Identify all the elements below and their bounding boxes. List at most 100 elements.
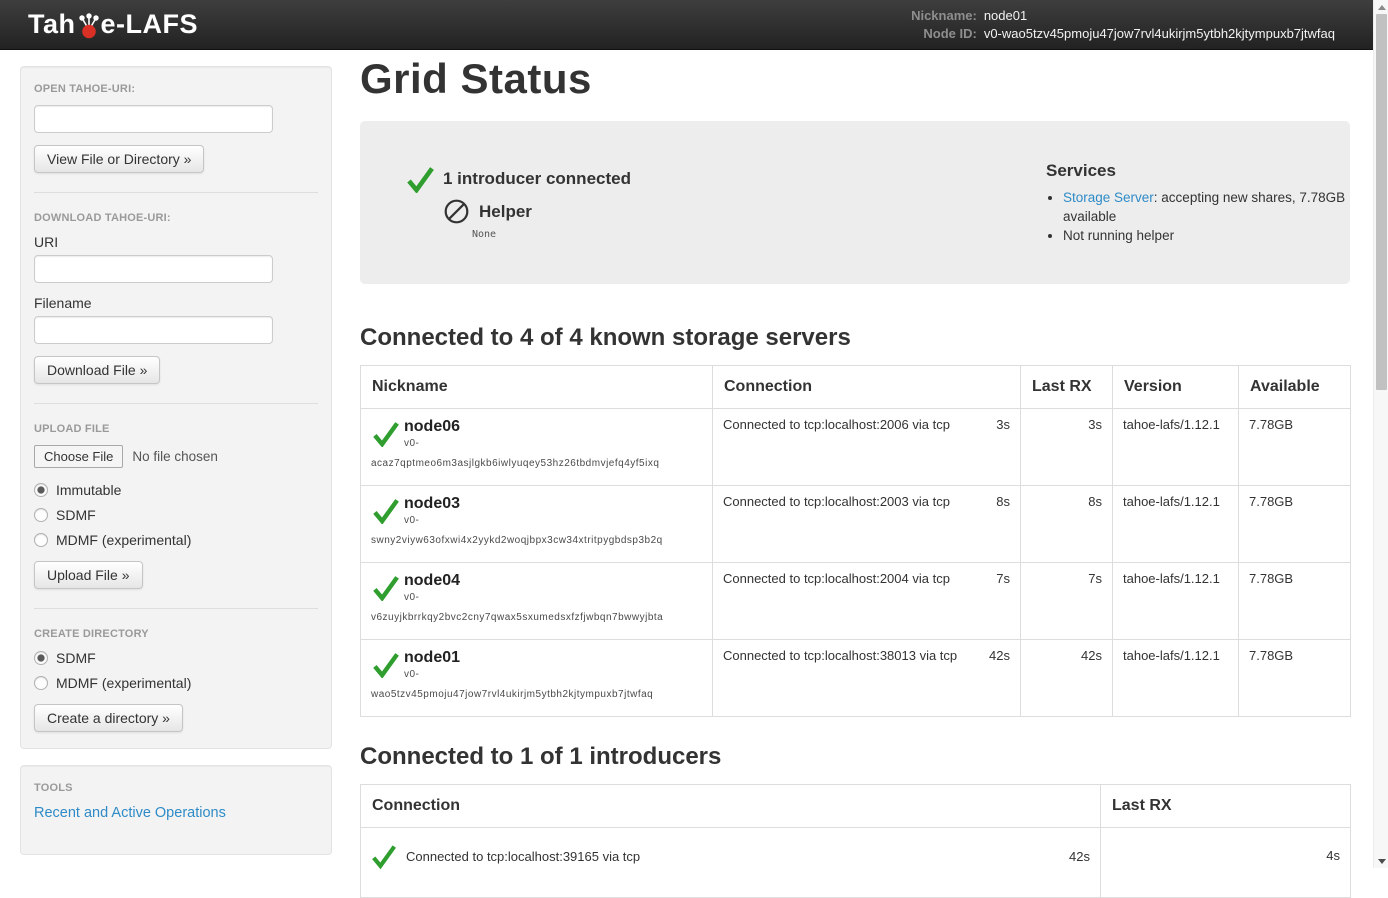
upload-file-section: UPLOAD FILE Choose File No file chosen I… xyxy=(34,423,318,589)
scroll-up-arrow-icon[interactable] xyxy=(1378,5,1386,10)
introducer-status-row: 1 introducer connected xyxy=(406,165,631,193)
connection-text: Connected to tcp:localhost:2006 via tcp xyxy=(723,417,988,432)
sidebar-forms-panel: OPEN TAHOE-URI: View File or Directory »… xyxy=(20,66,332,749)
download-file-button[interactable]: Download File » xyxy=(34,356,160,384)
divider xyxy=(34,403,318,404)
server-id: acaz7qptmeo6m3asjlgkb6iwlyuqey53hz26tbdm… xyxy=(371,457,702,470)
tahoe-lafs-logo[interactable]: Tah e-LAFS xyxy=(28,9,198,40)
introducers-table: Connection Last RX Connected to tcp:loca… xyxy=(360,784,1351,898)
server-id-prefix: v0- xyxy=(404,591,702,604)
col-connection: Connection xyxy=(361,785,1101,828)
grid-status-panel: 1 introducer connected Helper None Servi… xyxy=(360,121,1350,284)
logo-text-post: e-LAFS xyxy=(101,9,199,40)
upload-file-label: UPLOAD FILE xyxy=(34,423,318,435)
available-value: 7.78GB xyxy=(1239,640,1351,717)
radio-mkdir-mdmf-label: MDMF (experimental) xyxy=(56,675,191,691)
last-rx-value: 3s xyxy=(1021,409,1113,486)
server-id: swny2viyw63ofxwi4x2yykd2woqjbpx3cw34xtri… xyxy=(371,534,702,547)
mkdir-format-sdmf: SDMF xyxy=(34,650,318,666)
vertical-scrollbar[interactable] xyxy=(1373,0,1388,868)
radio-mkdir-mdmf[interactable] xyxy=(34,676,48,690)
create-directory-button[interactable]: Create a directory » xyxy=(34,704,183,732)
storage-servers-heading: Connected to 4 of 4 known storage server… xyxy=(360,324,1350,352)
version-value: tahoe-lafs/1.12.1 xyxy=(1113,409,1239,486)
last-rx-value: 7s xyxy=(1021,563,1113,640)
radio-immutable-label: Immutable xyxy=(56,482,121,498)
recent-operations-link[interactable]: Recent and Active Operations xyxy=(34,805,226,821)
radio-mkdir-sdmf[interactable] xyxy=(34,651,48,665)
download-uri-section: DOWNLOAD TAHOE-URI: URI Filename Downloa… xyxy=(34,212,318,384)
scrollbar-thumb[interactable] xyxy=(1376,14,1387,390)
top-navbar: Tah e-LAFS Nickname: node01 Node ID: v0-… xyxy=(0,0,1373,50)
page-title: Grid Status xyxy=(360,55,1350,103)
main-content: Grid Status 1 introducer connected Helpe… xyxy=(360,55,1350,898)
divider xyxy=(34,608,318,609)
upload-file-button[interactable]: Upload File » xyxy=(34,561,143,589)
helper-value: None xyxy=(472,229,631,240)
server-nickname: node06 xyxy=(404,417,702,437)
download-filename-input[interactable] xyxy=(34,316,273,344)
server-id-prefix: v0- xyxy=(404,668,702,681)
choose-file-button[interactable]: Choose File xyxy=(34,445,123,468)
open-uri-label: OPEN TAHOE-URI: xyxy=(34,83,318,95)
col-version: Version xyxy=(1113,366,1239,409)
check-icon xyxy=(371,842,397,870)
connection-age: 3s xyxy=(996,417,1010,432)
view-file-button[interactable]: View File or Directory » xyxy=(34,145,204,173)
upload-format-immutable: Immutable xyxy=(34,482,318,498)
service-helper-item: Not running helper xyxy=(1063,226,1346,245)
radio-mkdir-sdmf-label: SDMF xyxy=(56,650,96,666)
open-uri-section: OPEN TAHOE-URI: View File or Directory » xyxy=(34,83,318,173)
connection-age: 42s xyxy=(989,648,1010,663)
check-icon xyxy=(372,651,400,678)
available-value: 7.78GB xyxy=(1239,563,1351,640)
last-rx-value: 8s xyxy=(1021,486,1113,563)
introducer-status-text: 1 introducer connected xyxy=(443,169,631,189)
create-directory-section: CREATE DIRECTORY SDMF MDMF (experimental… xyxy=(34,628,318,732)
server-id: v6zuyjkbrrkqy2bvc2cny7qwax5sxumedsxfzfjw… xyxy=(371,611,702,624)
introducers-table-header-row: Connection Last RX xyxy=(361,785,1351,828)
server-nickname: node04 xyxy=(404,571,702,591)
check-icon xyxy=(406,165,435,193)
uri-field-label: URI xyxy=(34,234,318,250)
connection-text: Connected to tcp:localhost:39165 via tcp xyxy=(406,849,1069,864)
radio-upload-sdmf[interactable] xyxy=(34,508,48,522)
check-icon xyxy=(372,574,400,601)
storage-server-link[interactable]: Storage Server xyxy=(1063,190,1154,205)
server-id-prefix: v0- xyxy=(404,514,702,527)
storage-table-header-row: Nickname Connection Last RX Version Avai… xyxy=(361,366,1351,409)
last-rx-value: 4s xyxy=(1101,828,1351,898)
sidebar: OPEN TAHOE-URI: View File or Directory »… xyxy=(20,66,332,855)
last-rx-value: 42s xyxy=(1021,640,1113,717)
services-title: Services xyxy=(1046,161,1346,181)
download-uri-input[interactable] xyxy=(34,255,273,283)
nickname-label: Nickname: xyxy=(911,7,977,24)
open-uri-input[interactable] xyxy=(34,105,273,133)
col-nickname: Nickname xyxy=(361,366,713,409)
check-icon xyxy=(372,497,400,524)
col-available: Available xyxy=(1239,366,1351,409)
logo-text-pre: Tah xyxy=(28,9,76,40)
storage-servers-table: Nickname Connection Last RX Version Avai… xyxy=(360,365,1351,717)
services-section: Services Storage Server: accepting new s… xyxy=(1046,161,1346,245)
server-id-prefix: v0- xyxy=(404,437,702,450)
node-id-label: Node ID: xyxy=(911,25,977,42)
radio-immutable[interactable] xyxy=(34,483,48,497)
connection-age: 42s xyxy=(1069,849,1090,864)
radio-upload-mdmf[interactable] xyxy=(34,533,48,547)
upload-format-mdmf: MDMF (experimental) xyxy=(34,532,318,548)
server-id: wao5tzv45pmoju47jow7rvl4ukirjm5ytbh2kjty… xyxy=(371,688,702,701)
storage-row-node01: node01 v0- wao5tzv45pmoju47jow7rvl4ukirj… xyxy=(361,640,1351,717)
storage-row-node06: node06 v0- acaz7qptmeo6m3asjlgkb6iwlyuqe… xyxy=(361,409,1351,486)
node-id-value: v0-wao5tzv45pmoju47jow7rvl4ukirjm5ytbh2k… xyxy=(984,25,1335,42)
scroll-down-arrow-icon[interactable] xyxy=(1378,859,1386,864)
available-value: 7.78GB xyxy=(1239,486,1351,563)
connection-text: Connected to tcp:localhost:38013 via tcp xyxy=(723,648,981,663)
connection-text: Connected to tcp:localhost:2004 via tcp xyxy=(723,571,988,586)
storage-row-node03: node03 v0- swny2viyw63ofxwi4x2yykd2woqjb… xyxy=(361,486,1351,563)
version-value: tahoe-lafs/1.12.1 xyxy=(1113,486,1239,563)
check-icon xyxy=(372,420,400,447)
divider xyxy=(34,192,318,193)
no-file-chosen-text: No file chosen xyxy=(132,449,218,464)
server-nickname: node03 xyxy=(404,494,702,514)
